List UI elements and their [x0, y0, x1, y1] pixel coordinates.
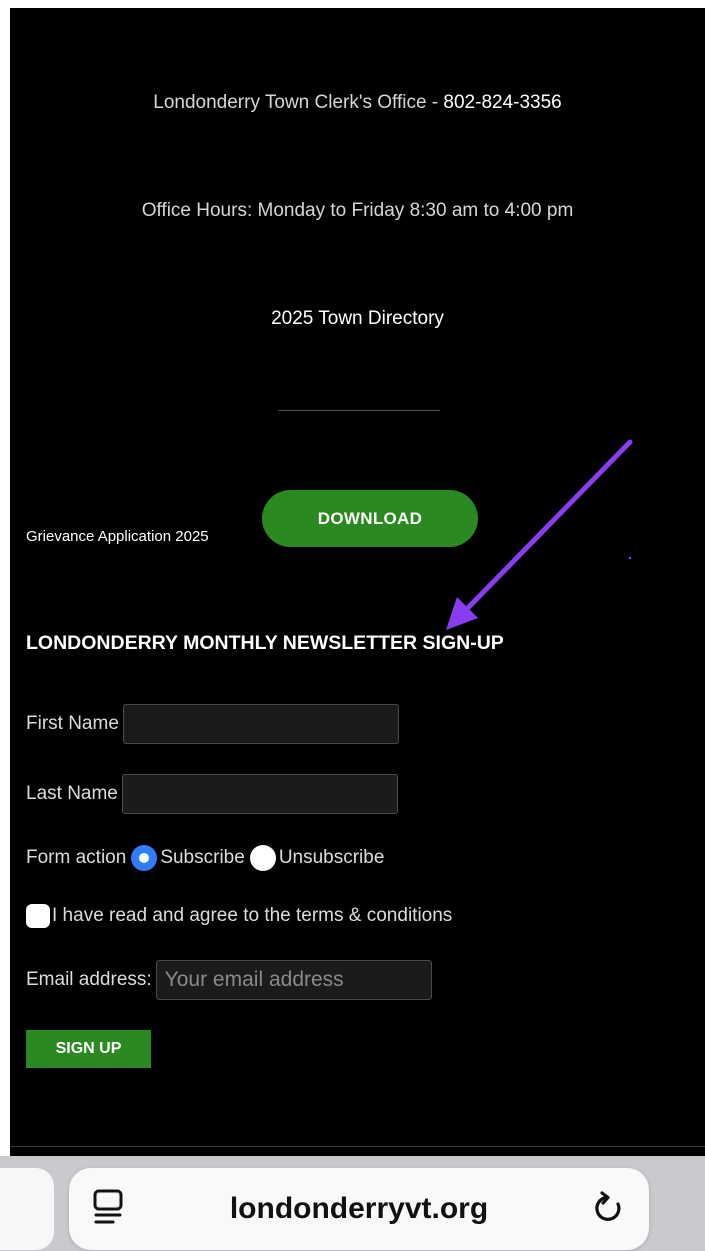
browser-toolbar: londonderryvt.org	[0, 1156, 705, 1251]
subscribe-radio[interactable]	[131, 845, 158, 871]
first-name-row: First Name	[26, 704, 399, 744]
last-name-label: Last Name	[26, 783, 118, 804]
last-name-row: Last Name	[26, 774, 398, 814]
url-text[interactable]: londonderryvt.org	[69, 1192, 649, 1226]
clerk-phone-link[interactable]: 802-824-3356	[443, 92, 561, 113]
footer-divider	[10, 1146, 705, 1147]
unsubscribe-label[interactable]: Unsubscribe	[279, 847, 385, 869]
form-action-row: Form action Subscribe Unsubscribe	[26, 844, 384, 872]
divider	[278, 410, 440, 411]
page-content: Londonderry Town Clerk's Office - 802-82…	[10, 8, 705, 1158]
clerk-office-line: Londonderry Town Clerk's Office - 802-82…	[10, 92, 705, 114]
first-name-input[interactable]	[122, 704, 399, 744]
email-input[interactable]: Your email address	[155, 960, 432, 1000]
newsletter-heading: LONDONDERRY MONTHLY NEWSLETTER SIGN-UP	[26, 632, 504, 654]
address-bar[interactable]: londonderryvt.org	[69, 1168, 649, 1250]
terms-checkbox[interactable]	[26, 904, 50, 928]
terms-label[interactable]: I have read and agree to the terms & con…	[52, 905, 452, 927]
reload-icon[interactable]	[591, 1190, 627, 1226]
form-action-label: Form action	[26, 847, 127, 868]
subscribe-label[interactable]: Subscribe	[160, 847, 245, 869]
town-directory-link[interactable]: 2025 Town Directory	[10, 308, 705, 330]
first-name-label: First Name	[26, 713, 119, 734]
download-button[interactable]: DOWNLOAD	[262, 490, 478, 547]
office-hours: Office Hours: Monday to Friday 8:30 am t…	[141, 200, 574, 221]
email-row: Email address: Your email address	[26, 960, 432, 1000]
grievance-label: Grievance Application 2025	[26, 528, 209, 545]
clerk-office-label: Londonderry Town Clerk's Office -	[153, 92, 444, 113]
signup-button[interactable]: SIGN UP	[26, 1030, 151, 1068]
previous-tab[interactable]	[0, 1168, 54, 1250]
unsubscribe-radio[interactable]	[249, 845, 276, 871]
email-label: Email address:	[26, 969, 152, 990]
last-name-input[interactable]	[121, 774, 398, 814]
terms-row: I have read and agree to the terms & con…	[26, 902, 452, 930]
